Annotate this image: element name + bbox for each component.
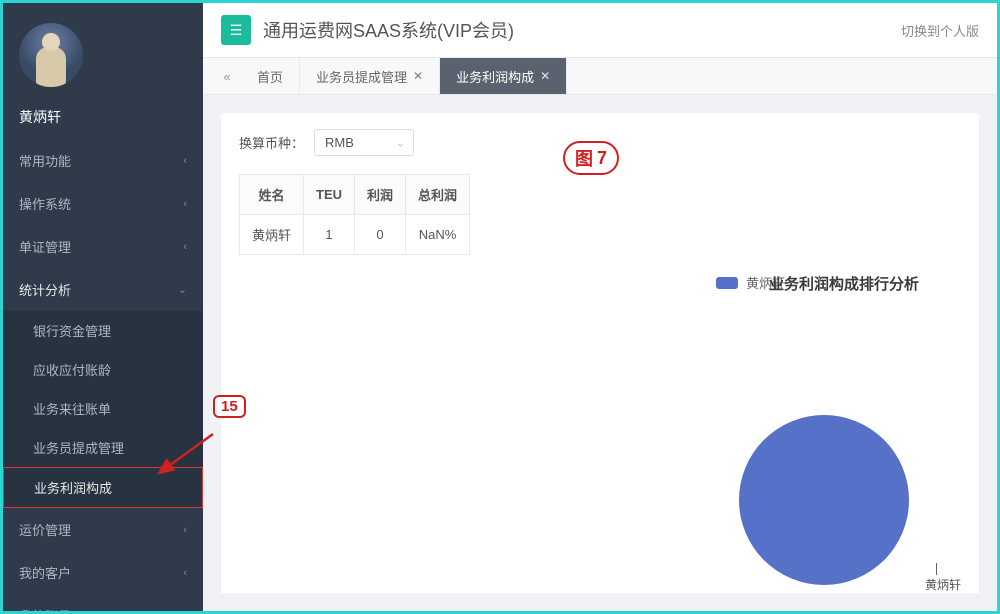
cell-profit: 0 <box>355 215 406 255</box>
sidebar-item-my-account[interactable]: 我的账号 ‹ <box>3 594 203 614</box>
sidebar-item-business-ledger[interactable]: 业务来往账单 <box>3 389 203 428</box>
th-teu: TEU <box>304 175 355 215</box>
tab-label: 业务利润构成 <box>456 67 534 86</box>
content: 换算币种： RMB ⌄ 姓名 TEU 利润 总利润 <box>203 95 997 611</box>
sidebar-item-profit-composition[interactable]: 业务利润构成 <box>3 467 203 508</box>
profit-table: 姓名 TEU 利润 总利润 黄炳轩 1 0 NaN% <box>239 174 470 255</box>
sidebar-item-label: 我的客户 <box>19 563 71 582</box>
double-chevron-left-icon: « <box>223 69 230 84</box>
sidebar-item-label: 运价管理 <box>19 520 71 539</box>
avatar-block <box>3 3 203 101</box>
chevron-left-icon: ‹ <box>183 610 187 614</box>
sidebar-item-common[interactable]: 常用功能 ‹ <box>3 139 203 182</box>
currency-label: 换算币种： <box>239 133 304 152</box>
pie-slice-label: 黄炳轩 <box>925 576 961 593</box>
close-icon[interactable]: ✕ <box>540 69 550 83</box>
tab-label: 业务员提成管理 <box>316 67 407 86</box>
chart-title: 业务利润构成排行分析 <box>769 273 919 294</box>
chevron-left-icon: ‹ <box>183 241 187 253</box>
tab-home[interactable]: 首页 <box>241 58 300 94</box>
chevron-left-icon: ‹ <box>183 524 187 536</box>
sidebar-item-analytics[interactable]: 统计分析 ⌄ <box>3 268 203 311</box>
legend-swatch <box>716 277 738 289</box>
hamburger-icon: ☰ <box>230 22 243 39</box>
pie-chart[interactable] <box>739 415 909 585</box>
sidebar-item-label: 常用功能 <box>19 151 71 170</box>
tab-label: 首页 <box>257 67 283 86</box>
app-title: 通用运费网SAAS系统(VIP会员) <box>263 17 514 43</box>
th-profit: 利润 <box>355 175 406 215</box>
switch-personal-link[interactable]: 切换到个人版 <box>901 21 979 40</box>
chevron-left-icon: ‹ <box>183 155 187 167</box>
tab-profit-composition[interactable]: 业务利润构成 ✕ <box>440 58 567 94</box>
sidebar-submenu-analytics: 银行资金管理 应收应付账龄 业务来往账单 业务员提成管理 业务利润构成 <box>3 311 203 508</box>
currency-selected: RMB <box>325 135 354 150</box>
sidebar-item-my-customers[interactable]: 我的客户 ‹ <box>3 551 203 594</box>
menu-toggle-button[interactable]: ☰ <box>221 15 251 45</box>
sidebar-item-label: 操作系统 <box>19 194 71 213</box>
sidebar-item-commission[interactable]: 业务员提成管理 <box>3 428 203 467</box>
chevron-down-icon: ⌄ <box>178 283 187 296</box>
chevron-left-icon: ‹ <box>183 567 187 579</box>
pie-label-connector <box>936 563 937 575</box>
sidebar-item-ar-ap-aging[interactable]: 应收应付账龄 <box>3 350 203 389</box>
table-row[interactable]: 黄炳轩 1 0 NaN% <box>240 215 470 255</box>
main: ☰ 通用运费网SAAS系统(VIP会员) 切换到个人版 « 首页 业务员提成管理… <box>203 3 997 611</box>
sidebar-item-operation[interactable]: 操作系统 ‹ <box>3 182 203 225</box>
chevron-left-icon: ‹ <box>183 198 187 210</box>
sidebar-item-label: 统计分析 <box>19 280 71 299</box>
panel: 换算币种： RMB ⌄ 姓名 TEU 利润 总利润 <box>221 113 979 593</box>
cell-teu: 1 <box>304 215 355 255</box>
tab-collapse-button[interactable]: « <box>213 58 241 94</box>
close-icon[interactable]: ✕ <box>413 69 423 83</box>
avatar[interactable] <box>19 23 83 87</box>
sidebar-item-freight[interactable]: 运价管理 ‹ <box>3 508 203 551</box>
sidebar: 黄炳轩 常用功能 ‹ 操作系统 ‹ 单证管理 ‹ 统计分析 ⌄ 银行资金管理 应… <box>3 3 203 611</box>
tab-commission[interactable]: 业务员提成管理 ✕ <box>300 58 440 94</box>
cell-total: NaN% <box>406 215 470 255</box>
sidebar-item-label: 我的账号 <box>19 606 71 614</box>
username: 黄炳轩 <box>3 101 203 139</box>
sidebar-item-bank-funds[interactable]: 银行资金管理 <box>3 311 203 350</box>
table-header-row: 姓名 TEU 利润 总利润 <box>240 175 470 215</box>
currency-select[interactable]: RMB ⌄ <box>314 129 414 156</box>
currency-row: 换算币种： RMB ⌄ <box>239 129 961 156</box>
topbar: ☰ 通用运费网SAAS系统(VIP会员) 切换到个人版 <box>203 3 997 57</box>
th-name: 姓名 <box>240 175 304 215</box>
sidebar-item-docs[interactable]: 单证管理 ‹ <box>3 225 203 268</box>
tabbar: « 首页 业务员提成管理 ✕ 业务利润构成 ✕ <box>203 57 997 95</box>
sidebar-item-label: 单证管理 <box>19 237 71 256</box>
cell-name: 黄炳轩 <box>240 215 304 255</box>
th-total: 总利润 <box>406 175 470 215</box>
chevron-down-icon: ⌄ <box>396 136 405 149</box>
